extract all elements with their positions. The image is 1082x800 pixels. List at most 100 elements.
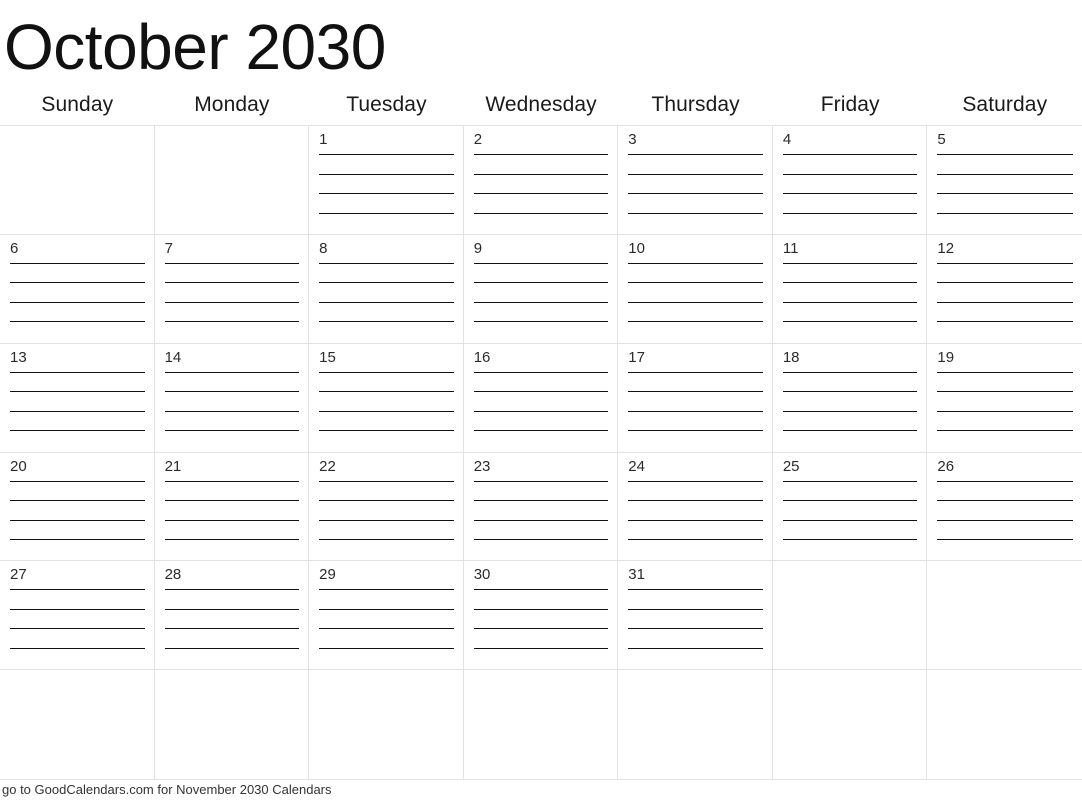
day-cell[interactable]: 17 [618, 343, 773, 453]
note-line[interactable] [628, 539, 763, 540]
note-line[interactable] [782, 519, 918, 521]
note-line[interactable] [937, 519, 1073, 521]
day-cell[interactable]: 6 [0, 234, 155, 344]
day-cell[interactable]: 27 [0, 561, 155, 671]
day-cell[interactable]: 22 [309, 452, 464, 562]
note-line[interactable] [782, 173, 918, 175]
note-line[interactable] [937, 154, 1073, 155]
note-line[interactable] [473, 647, 609, 649]
note-line[interactable] [473, 500, 609, 501]
note-line[interactable] [937, 262, 1073, 264]
day-cell[interactable]: 23 [463, 452, 619, 562]
note-line[interactable] [628, 321, 763, 323]
note-line[interactable] [164, 647, 300, 649]
day-cell[interactable]: 1 [309, 126, 464, 235]
note-line[interactable] [782, 480, 918, 482]
day-cell[interactable]: 29 [309, 561, 464, 671]
note-line[interactable] [319, 480, 454, 482]
note-line[interactable] [937, 410, 1073, 412]
day-cell[interactable]: 10 [618, 234, 773, 344]
day-cell-empty[interactable] [772, 670, 928, 779]
note-line[interactable] [10, 647, 145, 649]
day-cell[interactable]: 13 [0, 343, 155, 453]
note-line[interactable] [319, 154, 454, 155]
note-line[interactable] [473, 154, 609, 155]
note-line[interactable] [473, 539, 609, 540]
note-line[interactable] [319, 321, 454, 323]
note-line[interactable] [473, 608, 609, 610]
day-cell[interactable]: 30 [463, 561, 619, 671]
note-line[interactable] [473, 410, 609, 412]
note-line[interactable] [937, 539, 1073, 540]
day-cell[interactable]: 25 [772, 452, 928, 562]
note-line[interactable] [628, 262, 763, 264]
note-line[interactable] [10, 371, 145, 373]
note-line[interactable] [164, 391, 300, 393]
note-line[interactable] [319, 193, 454, 194]
note-line[interactable] [782, 262, 918, 264]
note-line[interactable] [319, 212, 454, 214]
note-line[interactable] [473, 282, 609, 284]
day-cell-empty[interactable] [463, 670, 619, 779]
note-line[interactable] [319, 301, 454, 303]
day-cell[interactable]: 5 [927, 126, 1082, 235]
note-line[interactable] [782, 212, 918, 214]
note-line[interactable] [782, 154, 918, 155]
day-cell[interactable]: 19 [927, 343, 1082, 453]
note-line[interactable] [628, 410, 763, 412]
note-line[interactable] [319, 262, 454, 264]
note-line[interactable] [628, 282, 763, 284]
day-cell[interactable]: 2 [463, 126, 619, 235]
note-line[interactable] [628, 430, 763, 432]
note-line[interactable] [628, 480, 763, 482]
note-line[interactable] [164, 282, 300, 284]
note-line[interactable] [628, 519, 763, 521]
day-cell[interactable]: 4 [772, 126, 928, 235]
note-line[interactable] [782, 500, 918, 501]
note-line[interactable] [628, 301, 763, 303]
note-line[interactable] [628, 193, 763, 194]
note-line[interactable] [937, 193, 1073, 194]
day-cell-empty[interactable] [618, 670, 773, 779]
note-line[interactable] [937, 500, 1073, 501]
note-line[interactable] [164, 371, 300, 373]
note-line[interactable] [782, 193, 918, 194]
note-line[interactable] [782, 321, 918, 323]
note-line[interactable] [473, 430, 609, 432]
note-line[interactable] [319, 173, 454, 175]
note-line[interactable] [10, 589, 145, 591]
day-cell[interactable]: 15 [309, 343, 464, 453]
day-cell[interactable]: 18 [772, 343, 928, 453]
note-line[interactable] [628, 154, 763, 155]
note-line[interactable] [473, 391, 609, 393]
note-line[interactable] [319, 371, 454, 373]
note-line[interactable] [628, 608, 763, 610]
note-line[interactable] [319, 391, 454, 393]
note-line[interactable] [473, 371, 609, 373]
note-line[interactable] [473, 519, 609, 521]
note-line[interactable] [628, 647, 763, 649]
note-line[interactable] [473, 173, 609, 175]
note-line[interactable] [10, 282, 145, 284]
note-line[interactable] [473, 301, 609, 303]
note-line[interactable] [319, 430, 454, 432]
note-line[interactable] [10, 430, 145, 432]
day-cell[interactable]: 11 [772, 234, 928, 344]
note-line[interactable] [164, 500, 300, 501]
note-line[interactable] [473, 589, 609, 591]
day-cell[interactable]: 31 [618, 561, 773, 671]
note-line[interactable] [937, 430, 1073, 432]
day-cell[interactable]: 7 [154, 234, 310, 344]
day-cell-empty[interactable] [0, 670, 155, 779]
day-cell[interactable]: 14 [154, 343, 310, 453]
note-line[interactable] [628, 371, 763, 373]
day-cell[interactable]: 8 [309, 234, 464, 344]
day-cell-empty[interactable] [0, 126, 155, 235]
note-line[interactable] [164, 519, 300, 521]
note-line[interactable] [782, 282, 918, 284]
note-line[interactable] [10, 519, 145, 521]
day-cell[interactable]: 28 [154, 561, 310, 671]
note-line[interactable] [319, 282, 454, 284]
note-line[interactable] [937, 371, 1073, 373]
note-line[interactable] [319, 500, 454, 501]
